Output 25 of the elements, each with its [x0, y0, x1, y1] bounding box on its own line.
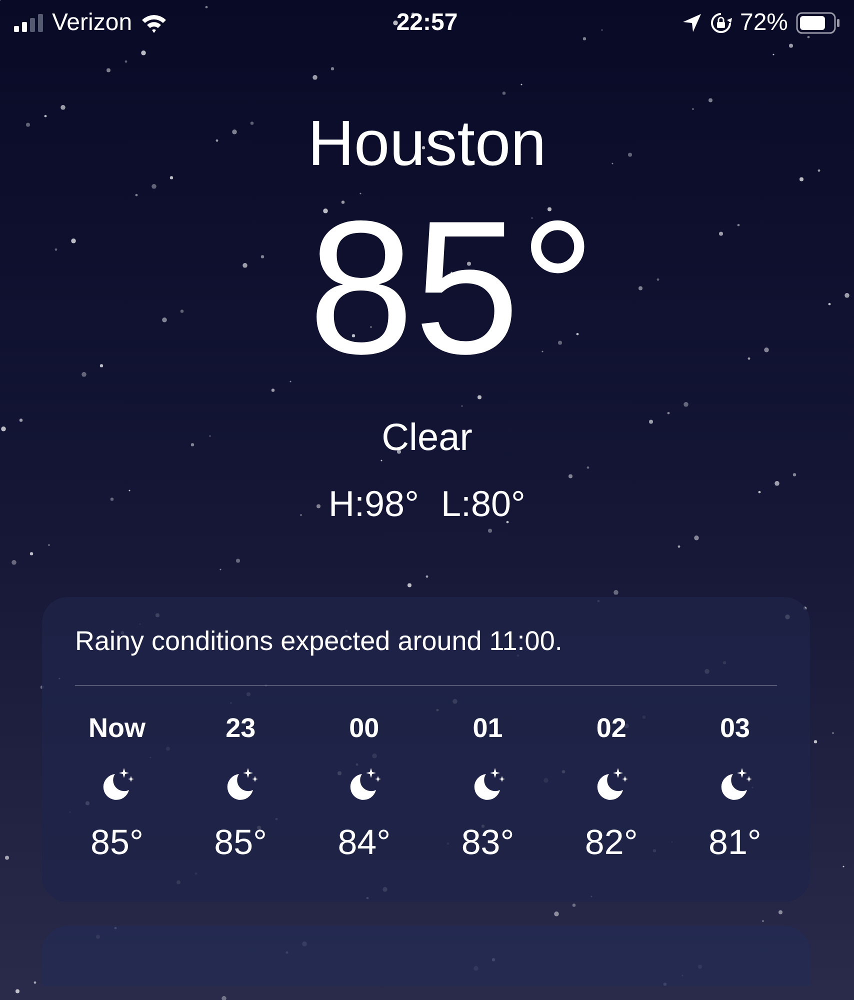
rotation-lock-icon: [710, 12, 732, 34]
hour-label: 02: [596, 712, 626, 745]
cellular-signal-icon: [14, 14, 44, 32]
battery-percentage: 72%: [740, 8, 788, 38]
battery-icon: [796, 12, 840, 34]
current-temperature: 85°: [307, 193, 596, 383]
city-name: Houston: [308, 106, 546, 181]
hour-temperature: 85°: [214, 822, 268, 864]
hour-label: 23: [226, 712, 256, 745]
hour-temperature: 83°: [461, 822, 514, 864]
forecast-summary: Rainy conditions expected around 11:00.: [75, 621, 777, 686]
low-temperature: L:80°: [440, 482, 526, 526]
hour-temperature: 82°: [584, 822, 638, 864]
hour-label: 00: [349, 712, 380, 745]
hour-label: 01: [472, 712, 503, 745]
hour-label: 03: [720, 712, 750, 745]
hour-temperature: 84°: [338, 822, 391, 864]
hour-label: Now: [88, 712, 146, 745]
hour-temperature: 85°: [90, 822, 144, 864]
carrier-name: Verizon: [52, 8, 132, 38]
clock-time: 22:57: [396, 8, 458, 38]
weather-condition: Clear: [382, 416, 472, 461]
high-temperature: H:98°: [328, 482, 419, 526]
location-arrow-icon: [682, 12, 702, 32]
hour-temperature: 81°: [708, 822, 762, 864]
